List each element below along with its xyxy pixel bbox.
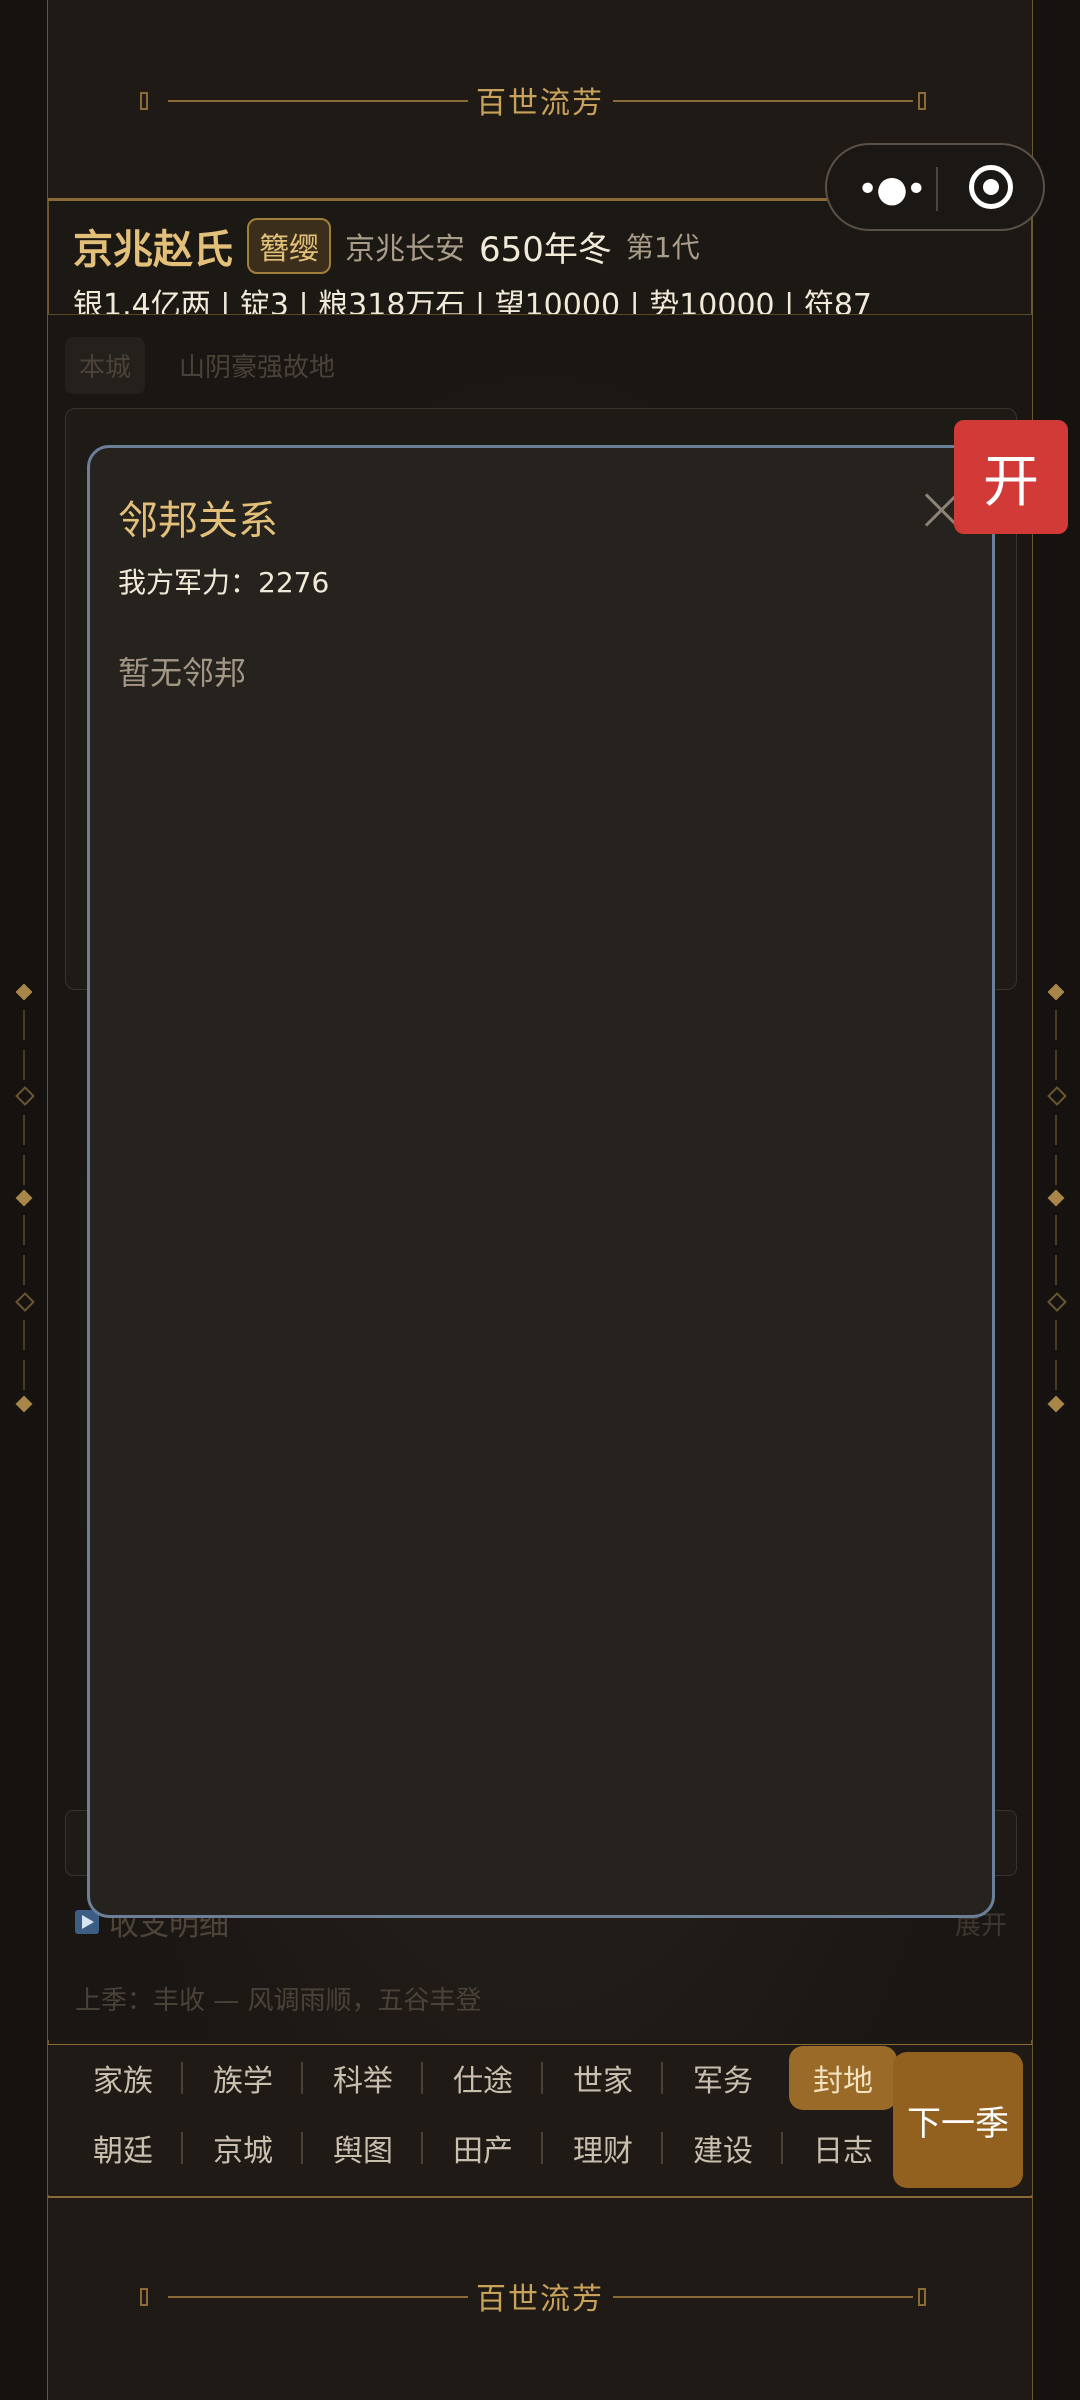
nav-item-label: 理财 — [573, 2134, 633, 2169]
bottom-nav: 家族 族学 科举 仕途 世家 军务 封地 朝廷 京城 舆图 田产 理财 建设 日志 — [48, 2045, 1032, 2195]
nav-item-label: 日志 — [813, 2134, 873, 2169]
nav-item-label: 家族 — [93, 2064, 153, 2099]
nav-item[interactable]: 日志 — [783, 2120, 903, 2176]
neighbor-relations-modal: 邻邦关系 我方军力：2276 暂无邻邦 — [87, 445, 995, 1918]
nav-item[interactable]: 封地 — [783, 2046, 903, 2110]
bottom-banner: 百世流芳 — [48, 2198, 1032, 2400]
last-season-summary: 上季：丰收 — 风调雨顺，五谷丰登 — [75, 1986, 482, 2016]
military-power: 我方军力：2276 — [118, 561, 329, 601]
nav-row-2: 朝廷 京城 舆图 田产 理财 建设 日志 — [63, 2120, 903, 2176]
nav-item[interactable]: 理财 — [543, 2120, 663, 2176]
background-tabs: 本城 山阴豪强故地 — [65, 337, 349, 394]
banner-line-right — [613, 2296, 913, 2298]
miniprogram-capsule: •●• — [825, 143, 1045, 231]
nav-item-label: 建设 — [693, 2134, 753, 2169]
next-season-button[interactable]: 下一季 — [893, 2052, 1023, 2188]
nav-item[interactable]: 仕途 — [423, 2050, 543, 2106]
modal-title: 邻邦关系 — [118, 498, 278, 544]
nav-item-label: 舆图 — [333, 2134, 393, 2169]
close-miniprogram-icon[interactable] — [969, 165, 1013, 209]
banner-endcap-right — [918, 92, 926, 110]
nav-item[interactable]: 军务 — [663, 2050, 783, 2106]
nav-item-label: 仕途 — [453, 2064, 513, 2099]
nav-item-label: 封地 — [789, 2046, 897, 2110]
nav-item-label: 族学 — [213, 2064, 273, 2099]
empty-neighbors-text: 暂无邻邦 — [118, 654, 247, 692]
background-tab-city: 本城 — [65, 337, 146, 394]
family-place: 京兆长安 — [345, 232, 465, 267]
military-power-value: 2276 — [258, 566, 330, 599]
season-label: 650年冬 — [479, 229, 612, 270]
family-name: 京兆赵氏 — [73, 227, 233, 273]
military-power-label: 我方军力： — [118, 566, 259, 599]
nav-item[interactable]: 田产 — [423, 2120, 543, 2176]
generation-label: 第1代 — [625, 231, 700, 264]
open-button[interactable]: 开 — [954, 420, 1068, 534]
background-tab-fief: 山阴豪强故地 — [179, 353, 336, 383]
nav-item-label: 京城 — [213, 2134, 273, 2169]
nav-item[interactable]: 舆图 — [303, 2120, 423, 2176]
nav-item[interactable]: 族学 — [183, 2050, 303, 2106]
nav-item-label: 田产 — [453, 2134, 513, 2169]
nav-row-1: 家族 族学 科举 仕途 世家 军务 封地 — [63, 2046, 903, 2110]
nav-item[interactable]: 京城 — [183, 2120, 303, 2176]
nav-item-label: 科举 — [333, 2064, 393, 2099]
nav-item[interactable]: 世家 — [543, 2050, 663, 2106]
nav-item-label: 世家 — [573, 2064, 633, 2099]
nav-item[interactable]: 科举 — [303, 2050, 423, 2106]
nav-item[interactable]: 朝廷 — [63, 2120, 183, 2176]
family-header: 京兆赵氏 簪缨 京兆长安 650年冬 第1代 — [73, 218, 700, 274]
nav-item[interactable]: 建设 — [663, 2120, 783, 2176]
rank-badge: 簪缨 — [247, 218, 331, 274]
nav-item-label: 朝廷 — [93, 2134, 153, 2169]
nav-item[interactable]: 家族 — [63, 2050, 183, 2106]
banner-line-right — [613, 100, 913, 102]
nav-item-label: 军务 — [693, 2064, 753, 2099]
capsule-divider — [936, 167, 938, 211]
more-icon[interactable]: •●• — [857, 169, 927, 210]
banner-endcap-right — [918, 2288, 926, 2306]
